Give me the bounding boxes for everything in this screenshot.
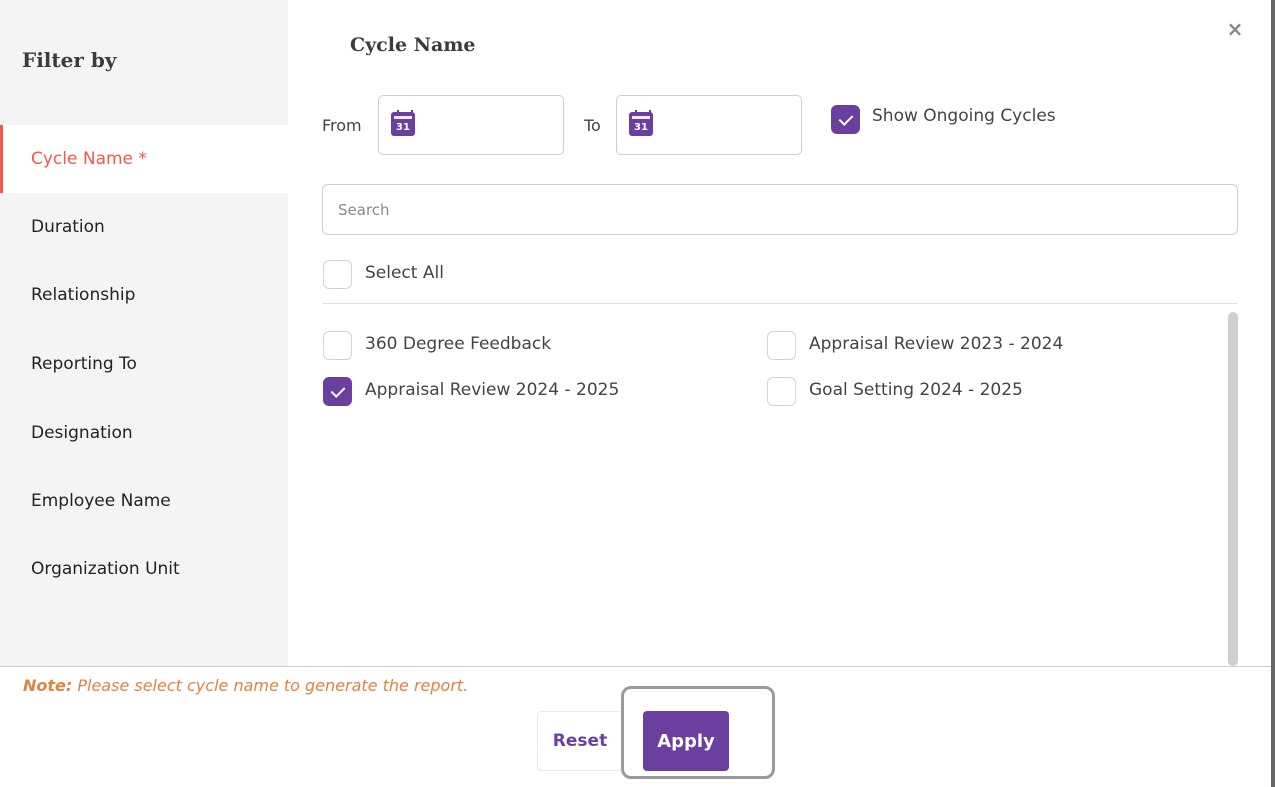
filter-modal: Filter by Cycle Name * Duration Relation… bbox=[0, 0, 1275, 787]
cycle-checkbox-appraisal-2023[interactable] bbox=[767, 331, 796, 360]
cycle-label: Appraisal Review 2024 - 2025 bbox=[365, 380, 620, 400]
divider bbox=[322, 303, 1238, 304]
cycle-checkbox-goal-setting-2024[interactable] bbox=[767, 377, 796, 406]
note-text: Please select cycle name to generate the… bbox=[72, 676, 469, 695]
calendar-icon[interactable]: 31 bbox=[629, 110, 653, 136]
sidebar-item-designation[interactable]: Designation bbox=[0, 399, 288, 467]
cycle-label: Appraisal Review 2023 - 2024 bbox=[809, 334, 1064, 354]
sidebar-item-relationship[interactable]: Relationship bbox=[0, 261, 288, 329]
sidebar-item-employee-name[interactable]: Employee Name bbox=[0, 467, 288, 535]
search-input[interactable] bbox=[322, 184, 1238, 235]
cycle-label: Goal Setting 2024 - 2025 bbox=[809, 380, 1023, 400]
panel-title: Cycle Name bbox=[350, 34, 476, 56]
close-icon[interactable]: × bbox=[1225, 17, 1245, 41]
show-ongoing-checkbox[interactable] bbox=[831, 105, 860, 134]
show-ongoing-label: Show Ongoing Cycles bbox=[872, 106, 1056, 126]
calendar-icon[interactable]: 31 bbox=[391, 110, 415, 136]
sidebar-item-organization-unit[interactable]: Organization Unit bbox=[0, 535, 288, 603]
sidebar-item-cycle-name[interactable]: Cycle Name * bbox=[0, 125, 288, 193]
sidebar-item-reporting-to[interactable]: Reporting To bbox=[0, 330, 288, 398]
cycle-checkbox-appraisal-2024[interactable] bbox=[323, 377, 352, 406]
apply-button[interactable]: Apply bbox=[643, 711, 729, 771]
reset-button[interactable]: Reset bbox=[537, 711, 623, 771]
filter-sidebar: Filter by Cycle Name * Duration Relation… bbox=[0, 0, 288, 667]
select-all-checkbox[interactable] bbox=[323, 260, 352, 289]
to-label: To bbox=[584, 116, 601, 135]
note-prefix: Note: bbox=[23, 676, 73, 695]
list-scrollbar[interactable] bbox=[1228, 312, 1238, 666]
from-date-field[interactable]: 31 bbox=[378, 95, 564, 155]
from-label: From bbox=[322, 116, 362, 135]
select-all-label: Select All bbox=[365, 263, 444, 283]
modal-edge bbox=[1271, 0, 1275, 787]
footer-divider bbox=[0, 666, 1271, 667]
footer-note: Note: Please select cycle name to genera… bbox=[23, 676, 468, 695]
cycle-checkbox-360-feedback[interactable] bbox=[323, 331, 352, 360]
cycle-label: 360 Degree Feedback bbox=[365, 334, 552, 354]
to-date-field[interactable]: 31 bbox=[616, 95, 802, 155]
sidebar-item-duration[interactable]: Duration bbox=[0, 193, 288, 261]
sidebar-title: Filter by bbox=[22, 48, 117, 72]
